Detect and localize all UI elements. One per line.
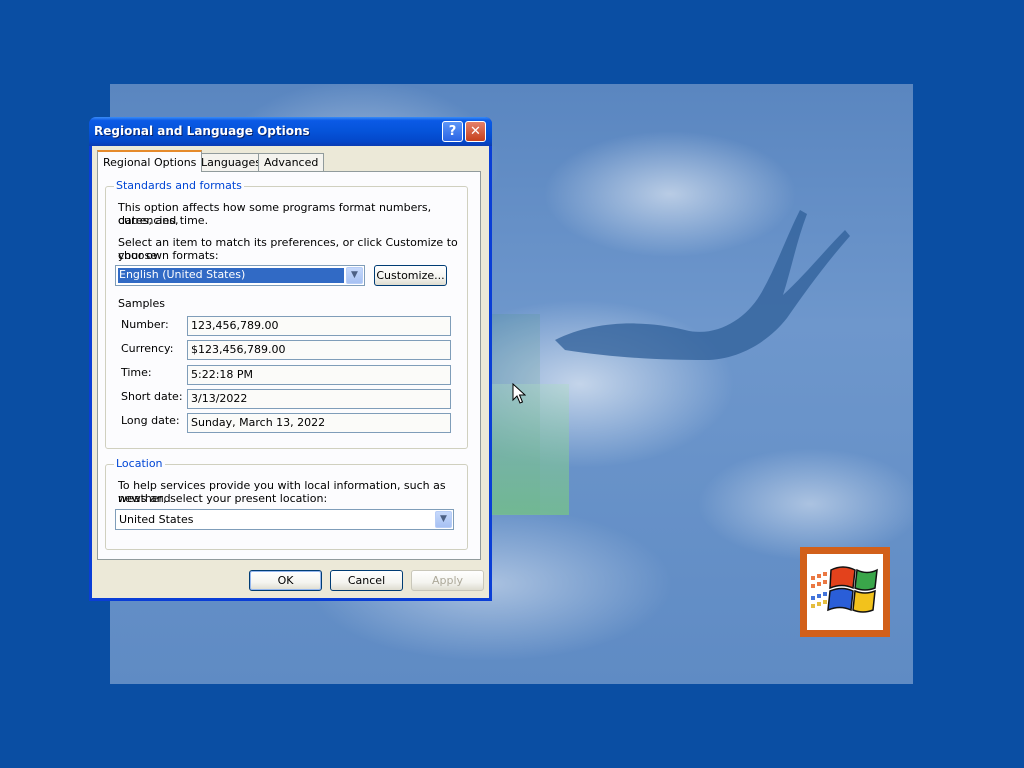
location-description-line2: weather, select your present location: (118, 492, 328, 505)
windows-logo-background (807, 554, 883, 630)
location-group: Location To help services provide you wi… (105, 457, 468, 550)
windows-flag-icon (811, 566, 878, 613)
customize-button[interactable]: Customize... (374, 265, 447, 286)
sample-time-label: Time: (121, 366, 152, 379)
tab-advanced[interactable]: Advanced (258, 153, 325, 171)
dialog-client-area: Regional Options Languages Advanced Stan… (92, 146, 489, 598)
sample-short-date-field: 3/13/2022 (187, 389, 451, 409)
regional-language-dialog: Regional and Language Options ? ✕ Region… (89, 117, 492, 601)
tab-languages[interactable]: Languages (195, 153, 268, 171)
close-icon: ✕ (470, 124, 481, 139)
tab-regional-options[interactable]: Regional Options (97, 150, 203, 172)
sample-currency-field: $123,456,789.00 (187, 340, 451, 360)
ok-button[interactable]: OK (249, 570, 322, 591)
chevron-down-icon[interactable]: ▼ (346, 267, 363, 284)
help-button[interactable]: ? (442, 121, 463, 142)
standards-group: Standards and formats This option affect… (105, 179, 468, 449)
location-select[interactable]: United States ▼ (115, 509, 454, 530)
apply-button[interactable]: Apply (411, 570, 484, 591)
sample-number-value: 123,456,789.00 (191, 319, 279, 332)
sample-currency-label: Currency: (121, 342, 174, 355)
dialog-title: Regional and Language Options (94, 124, 310, 138)
sample-time-value: 5:22:18 PM (191, 368, 254, 381)
format-select[interactable]: English (United States) ▼ (115, 265, 365, 286)
tab-panel: Standards and formats This option affect… (97, 171, 481, 560)
sample-long-date-value: Sunday, March 13, 2022 (191, 416, 326, 429)
sample-short-date-value: 3/13/2022 (191, 392, 248, 405)
sample-short-date-label: Short date: (121, 390, 183, 403)
standards-description-line2: dates, and time. (118, 214, 209, 227)
samples-label: Samples (118, 297, 165, 310)
sample-number-field: 123,456,789.00 (187, 316, 451, 336)
chevron-down-icon[interactable]: ▼ (435, 511, 452, 528)
sample-time-field: 5:22:18 PM (187, 365, 451, 385)
location-select-value: United States (119, 513, 194, 526)
select-instruction-line2: your own formats: (118, 249, 219, 262)
close-button[interactable]: ✕ (465, 121, 486, 142)
format-select-value: English (United States) (118, 268, 344, 283)
location-group-label: Location (114, 457, 165, 470)
arrow-cursor-icon (512, 383, 526, 404)
standards-group-label: Standards and formats (114, 179, 244, 192)
diver-silhouette (555, 210, 850, 360)
sample-long-date-field: Sunday, March 13, 2022 (187, 413, 451, 433)
title-bar[interactable]: Regional and Language Options ? ✕ (89, 117, 492, 146)
sample-number-label: Number: (121, 318, 169, 331)
cancel-button[interactable]: Cancel (330, 570, 403, 591)
windows-logo-tile (800, 547, 890, 637)
wallpaper-green-block (492, 384, 569, 515)
help-icon: ? (448, 124, 457, 139)
sample-currency-value: $123,456,789.00 (191, 343, 286, 356)
sample-long-date-label: Long date: (121, 414, 180, 427)
